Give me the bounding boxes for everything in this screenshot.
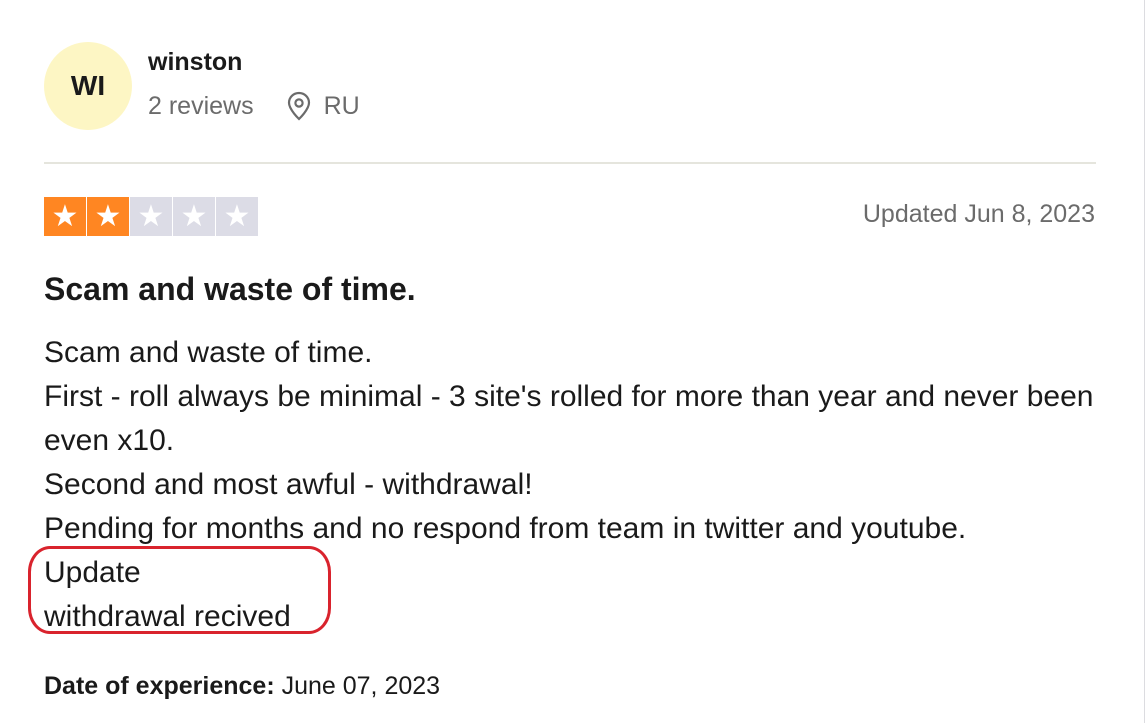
star-filled-icon: ★ (87, 197, 129, 236)
review-line: Second and most awful - withdrawal! (44, 468, 533, 501)
map-pin-icon (287, 91, 310, 121)
star-empty-icon: ★ (173, 197, 215, 236)
star-empty-icon: ★ (216, 197, 258, 236)
avatar[interactable]: WI (44, 42, 132, 130)
reviewer-meta: 2 reviews RU (148, 91, 360, 121)
review-line: Pending for months and no respond from t… (44, 512, 967, 545)
reviewer-country: RU (323, 91, 360, 120)
star-empty-icon: ★ (130, 197, 172, 236)
review-title[interactable]: Scam and waste of time. (44, 271, 416, 308)
star-rating: ★ ★ ★ ★ ★ (44, 197, 258, 236)
divider (44, 162, 1096, 164)
review-line: Scam and waste of time. (44, 336, 373, 369)
experience-label: Date of experience: (44, 672, 275, 700)
red-highlight-ring (28, 546, 331, 634)
review-card: WI winston 2 reviews RU ★ ★ ★ ★ ★ Updated Ju… (0, 0, 1147, 723)
review-updated-date: Updated Jun 8, 2023 (862, 200, 1095, 228)
review-count: 2 reviews (148, 91, 254, 120)
reviewer-name[interactable]: winston (148, 48, 242, 77)
review-line: First - roll always be minimal - 3 site'… (44, 380, 1094, 457)
experience-date: June 07, 2023 (281, 672, 441, 700)
date-of-experience: Date of experience: June 07, 2023 (44, 672, 440, 701)
star-filled-icon: ★ (44, 197, 86, 236)
card-border (1144, 0, 1145, 723)
